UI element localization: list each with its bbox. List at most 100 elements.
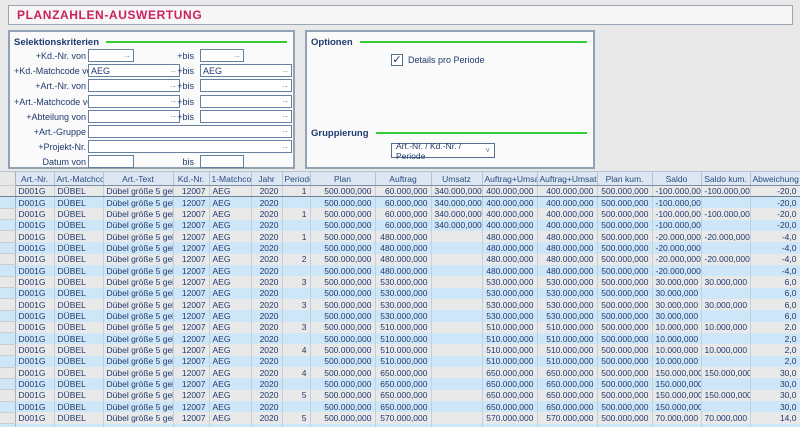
details-pro-periode-checkbox[interactable]: ✓ (391, 54, 403, 66)
table-row[interactable]: D001GDÜBELDübel größe 5 gelb12007AEG2020… (0, 412, 800, 423)
row-gutter-cell[interactable] (0, 378, 15, 389)
row-gutter-cell[interactable] (0, 367, 15, 378)
table-row[interactable]: D001GDÜBELDübel größe 5 gelb12007AEG2020… (0, 333, 800, 344)
art-gruppe-input[interactable]: → (88, 125, 292, 138)
cell: 12007 (173, 401, 209, 412)
row-gutter-cell[interactable] (0, 276, 15, 287)
row-gutter-cell[interactable] (0, 390, 15, 401)
cell: -20.000,000 (652, 242, 701, 253)
table-row[interactable]: D001GDÜBELDübel größe 5 gelb12007AEG2020… (0, 356, 800, 367)
abteilung-bis-input[interactable]: → (200, 110, 292, 123)
datum-von-input[interactable] (88, 155, 134, 168)
cell: -100.000,000 (652, 208, 701, 219)
table-row[interactable]: D001GDÜBELDübel größe 5 gelb12007AEG2020… (0, 288, 800, 299)
row-gutter-cell[interactable] (0, 333, 15, 344)
kd-nr-von-input[interactable]: → (88, 49, 134, 62)
table-row[interactable]: D001GDÜBELDübel größe 5 gelb12007AEG2020… (0, 254, 800, 265)
page-title: PLANZAHLEN-AUSWERTUNG (8, 5, 793, 25)
cell: 4 (282, 367, 310, 378)
art-matchcode-bis-input[interactable]: → (200, 95, 292, 108)
cell: 480.000,000 (375, 242, 431, 253)
column-header[interactable]: Auftrag+Umsatz kum. (537, 172, 597, 186)
kd-matchcode-bis-input[interactable]: AEG→ (200, 64, 292, 77)
table-row[interactable]: D001GDÜBELDübel größe 5 gelb12007AEG2020… (0, 197, 800, 208)
table-row[interactable]: D001GDÜBELDübel größe 5 gelb12007AEG2020… (0, 322, 800, 333)
row-gutter-cell[interactable] (0, 220, 15, 231)
cell: D001G (15, 254, 54, 265)
table-row[interactable]: D001GDÜBELDübel größe 5 gelb12007AEG2020… (0, 367, 800, 378)
table-row[interactable]: D001GDÜBELDübel größe 5 gelb12007AEG2020… (0, 242, 800, 253)
row-gutter-cell[interactable] (0, 310, 15, 321)
cell (431, 344, 482, 355)
column-header[interactable]: Jahr (251, 172, 282, 186)
cell: -20,0 (750, 197, 800, 208)
table-row[interactable]: D001GDÜBELDübel größe 5 gelb12007AEG2020… (0, 231, 800, 242)
row-gutter-cell[interactable] (0, 412, 15, 423)
table-row[interactable]: D001GDÜBELDübel größe 5 gelb12007AEG2020… (0, 378, 800, 389)
table-row[interactable]: D001GDÜBELDübel größe 5 gelb12007AEG2020… (0, 220, 800, 231)
table-row[interactable]: D001GDÜBELDübel größe 5 gelb12007AEG2020… (0, 401, 800, 412)
row-gutter-cell[interactable] (0, 401, 15, 412)
row-gutter-cell[interactable] (0, 197, 15, 208)
row-gutter-cell[interactable] (0, 254, 15, 265)
row-gutter-cell[interactable] (0, 356, 15, 367)
cell: 510.000,000 (537, 333, 597, 344)
column-header[interactable]: Art.-Matchcode (54, 172, 103, 186)
column-header[interactable]: Abweichung in % (750, 172, 800, 186)
cell (431, 299, 482, 310)
gruppierung-select[interactable]: Art.-Nr. / Kd.-Nr. / Periode ˅ (391, 143, 495, 158)
cell: 340.000,000 (431, 220, 482, 231)
table-row[interactable]: D001GDÜBELDübel größe 5 gelb12007AEG2020… (0, 310, 800, 321)
table-row[interactable]: D001GDÜBELDübel größe 5 gelb12007AEG2020… (0, 208, 800, 219)
cell: 400.000,000 (482, 208, 537, 219)
cell: 480.000,000 (482, 231, 537, 242)
column-header[interactable]: Saldo (652, 172, 701, 186)
cell: 2020 (251, 390, 282, 401)
datum-bis-input[interactable] (200, 155, 244, 168)
column-header[interactable]: Auftrag (375, 172, 431, 186)
table-row[interactable]: D001GDÜBELDübel größe 5 gelb12007AEG2020… (0, 186, 800, 197)
selection-header-label: Selektionskriterien (14, 37, 99, 48)
table-row[interactable]: D001GDÜBELDübel größe 5 gelb12007AEG2020… (0, 299, 800, 310)
column-header[interactable]: Periode (282, 172, 310, 186)
row-gutter-cell[interactable] (0, 322, 15, 333)
cell: -100.000,000 (652, 197, 701, 208)
cell: 530.000,000 (375, 310, 431, 321)
row-gutter-cell[interactable] (0, 208, 15, 219)
column-header[interactable]: Art.-Nr. (15, 172, 54, 186)
table-row[interactable]: D001GDÜBELDübel größe 5 gelb12007AEG2020… (0, 344, 800, 355)
cell: 530.000,000 (537, 299, 597, 310)
column-header[interactable]: Plan kum. (597, 172, 652, 186)
cell: 500.000,000 (597, 333, 652, 344)
column-header[interactable]: Plan (310, 172, 375, 186)
column-header[interactable]: 1-Matchcoc (209, 172, 251, 186)
column-header[interactable]: Saldo kum. (701, 172, 750, 186)
cell: Dübel größe 5 gelb (103, 254, 173, 265)
projekt-nr-input[interactable]: → (88, 140, 292, 153)
kd-matchcode-von-input-value: AEG (91, 66, 169, 76)
cell: 70.000,000 (652, 412, 701, 423)
column-header[interactable]: Art.-Text (103, 172, 173, 186)
cell: 150.000,000 (652, 367, 701, 378)
row-gutter-header (0, 172, 15, 186)
row-gutter-cell[interactable] (0, 288, 15, 299)
column-header[interactable]: Umsatz (431, 172, 482, 186)
row-gutter-cell[interactable] (0, 186, 15, 197)
cell: 480.000,000 (537, 231, 597, 242)
row-gutter-cell[interactable] (0, 242, 15, 253)
art-nr-bis-input[interactable]: → (200, 79, 292, 92)
grouping-row: Art.-Nr. / Kd.-Nr. / Periode ˅ (391, 143, 589, 158)
table-row[interactable]: D001GDÜBELDübel größe 5 gelb12007AEG2020… (0, 265, 800, 276)
kd-nr-bis-input[interactable]: → (200, 49, 244, 62)
cell: D001G (15, 412, 54, 423)
row-gutter-cell[interactable] (0, 265, 15, 276)
column-header[interactable]: Kd.-Nr. (173, 172, 209, 186)
row-gutter-cell[interactable] (0, 231, 15, 242)
cell: 1 (282, 231, 310, 242)
row-gutter-cell[interactable] (0, 299, 15, 310)
table-row[interactable]: D001GDÜBELDübel größe 5 gelb12007AEG2020… (0, 390, 800, 401)
table-row[interactable]: D001GDÜBELDübel größe 5 gelb12007AEG2020… (0, 276, 800, 287)
cell: 400.000,000 (482, 197, 537, 208)
column-header[interactable]: Auftrag+Umsatz (482, 172, 537, 186)
row-gutter-cell[interactable] (0, 344, 15, 355)
